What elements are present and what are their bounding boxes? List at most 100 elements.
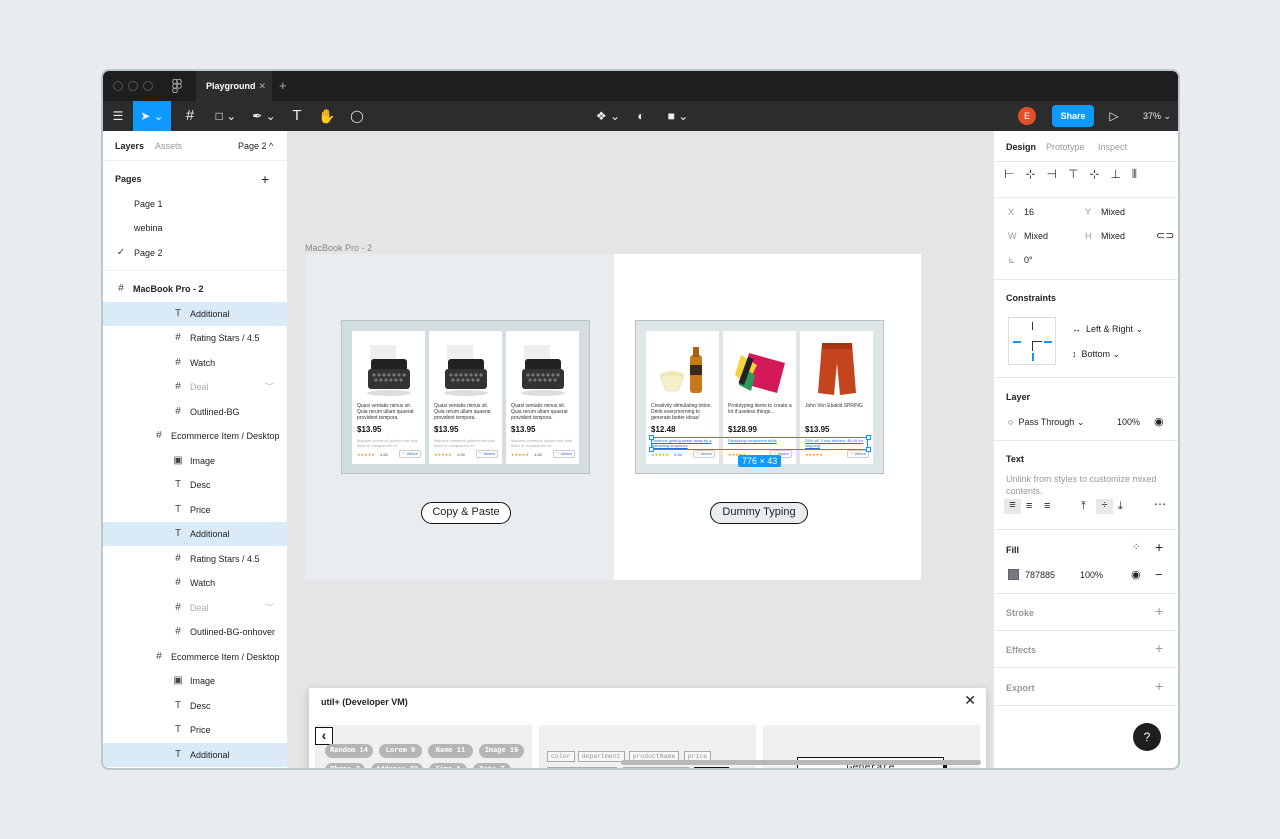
- comment-tool-icon[interactable]: ◯: [345, 101, 369, 131]
- align-right-icon[interactable]: ≡: [1044, 500, 1050, 512]
- keyword-tag[interactable]: color: [547, 751, 575, 762]
- align-top-icon[interactable]: ⤒: [1081, 500, 1086, 513]
- macbook-frame[interactable]: Quasi ventatis minus sit. Quia rerum ull…: [305, 254, 921, 580]
- align-middle-icon[interactable]: ÷: [1096, 499, 1113, 514]
- canvas[interactable]: MacBook Pro - 2 Quasi ventatis minus sit…: [288, 131, 993, 768]
- layer-item[interactable]: # Watch: [103, 351, 287, 375]
- layer-item[interactable]: T Price: [103, 498, 287, 522]
- eye-icon[interactable]: ◉: [1154, 415, 1164, 428]
- layer-item[interactable]: T Price: [103, 718, 287, 742]
- product-card[interactable]: Quasi ventatis minus sit. Quia rerum ull…: [429, 331, 502, 464]
- new-tab-icon[interactable]: +: [279, 71, 287, 101]
- category-chip[interactable]: Name 11: [428, 744, 473, 758]
- boolean-icon[interactable]: ■ ⌄: [663, 101, 693, 131]
- add-fill-icon[interactable]: +: [1155, 539, 1163, 555]
- layer-item[interactable]: # Watch: [103, 571, 287, 595]
- copy-paste-label[interactable]: Copy & Paste: [421, 502, 511, 524]
- layer-item[interactable]: T Additional: [103, 301, 287, 326]
- constraint-vertical-dropdown[interactable]: ↕ Bottom ⌄: [1072, 349, 1120, 360]
- category-chip[interactable]: Image 16: [479, 744, 524, 758]
- resize-handle[interactable]: [649, 435, 654, 440]
- layer-item[interactable]: T Additional: [103, 522, 287, 546]
- keyword-tag[interactable]: department: [577, 751, 625, 762]
- layer-item[interactable]: # Rating Stars / 4.5: [103, 326, 287, 350]
- fill-hex-input[interactable]: 787885: [1025, 570, 1055, 580]
- watch-button[interactable]: ♡ Watch: [476, 450, 498, 458]
- add-stroke-icon[interactable]: +: [1155, 603, 1163, 619]
- resize-handle[interactable]: [649, 447, 654, 452]
- category-chip[interactable]: Phone 3: [325, 762, 365, 768]
- hidden-eye-icon[interactable]: ︶: [265, 375, 274, 399]
- add-page-icon[interactable]: +: [261, 167, 269, 191]
- close-tab-icon[interactable]: ✕: [258, 71, 266, 101]
- product-card[interactable]: Quasi ventatis minus sit. Quia rerum ull…: [352, 331, 425, 464]
- left-card-board[interactable]: Quasi ventatis minus sit. Quia rerum ull…: [341, 320, 590, 474]
- category-chip[interactable]: Time 1: [429, 762, 467, 768]
- layer-item[interactable]: ▣ Image: [103, 669, 287, 693]
- keyword-tag[interactable]: productAdjective: [547, 767, 618, 768]
- horizontal-scrollbar[interactable]: [621, 760, 981, 765]
- help-button[interactable]: ?: [1133, 723, 1161, 751]
- layer-item[interactable]: ▣ Image: [103, 449, 287, 473]
- align-center-icon[interactable]: ≡: [1026, 500, 1032, 512]
- align-bottom-icon[interactable]: ⤓: [1118, 500, 1123, 513]
- resize-handle[interactable]: [866, 447, 871, 452]
- product-card[interactable]: Quasi ventatis minus sit. Quia rerum ull…: [506, 331, 579, 464]
- present-icon[interactable]: ▷: [1103, 101, 1125, 131]
- layer-item[interactable]: # Ecommerce Item / Desktop: [103, 645, 287, 669]
- frame-tool-icon[interactable]: #: [175, 101, 205, 131]
- category-chip[interactable]: Address 22: [371, 762, 423, 768]
- close-icon[interactable]: ✕: [964, 692, 976, 709]
- page-item-3[interactable]: ✓ Page 2: [103, 241, 287, 265]
- fill-swatch[interactable]: [1008, 569, 1019, 580]
- add-export-icon[interactable]: +: [1155, 678, 1163, 694]
- tab-playground[interactable]: Playground ✕: [196, 71, 272, 101]
- fill-opacity-input[interactable]: 100%: [1080, 570, 1103, 580]
- pen-tool-icon[interactable]: ✒ ⌄: [249, 101, 279, 131]
- watch-button[interactable]: ♡ Watch: [553, 450, 575, 458]
- remove-fill-icon[interactable]: −: [1155, 567, 1163, 582]
- frame-label[interactable]: MacBook Pro - 2: [305, 243, 372, 253]
- category-chip[interactable]: Random 14: [325, 744, 373, 758]
- constrain-proportions-icon[interactable]: ⊂⊃: [1156, 229, 1174, 242]
- maximize-window-dot[interactable]: [143, 81, 153, 91]
- component-icon[interactable]: ❖ ⌄: [593, 101, 623, 131]
- zoom-dropdown[interactable]: 37% ⌄: [1139, 101, 1175, 131]
- figma-logo-icon[interactable]: [172, 79, 182, 93]
- layer-item[interactable]: # MacBook Pro - 2: [103, 277, 287, 301]
- page-selector[interactable]: Page 2 ^: [238, 141, 273, 151]
- tab-inspect[interactable]: Inspect: [1098, 142, 1127, 152]
- tab-assets[interactable]: Assets: [155, 141, 182, 151]
- dummy-typing-label[interactable]: Dummy Typing: [710, 502, 808, 524]
- layer-item[interactable]: # Outlined-BG: [103, 400, 287, 424]
- constraint-horizontal-dropdown[interactable]: ↔ Left & Right ⌄: [1072, 324, 1143, 335]
- eye-icon[interactable]: ◉: [1131, 568, 1141, 581]
- layer-item[interactable]: # Ecommerce Item / Desktop: [103, 424, 287, 448]
- close-window-dot[interactable]: [113, 81, 123, 91]
- layer-item[interactable]: # Rating Stars / 4.5: [103, 547, 287, 571]
- constraints-widget[interactable]: [1008, 317, 1056, 365]
- hand-tool-icon[interactable]: ✋: [315, 101, 339, 131]
- avatar[interactable]: E: [1018, 107, 1036, 125]
- keyword-tag[interactable]: product: [694, 767, 730, 768]
- alignment-icons[interactable]: ⊢⊹⊣⊤⊹⊥⫴: [1004, 167, 1174, 182]
- layer-item[interactable]: T Additional: [103, 742, 287, 767]
- resize-handle[interactable]: [866, 435, 871, 440]
- shape-tool-icon[interactable]: □ ⌄: [211, 101, 241, 131]
- layer-item[interactable]: # Outlined-BG-onhover: [103, 620, 287, 644]
- keyword-tag[interactable]: productMaterial: [622, 767, 690, 768]
- page-item-2[interactable]: webina: [103, 216, 287, 240]
- tab-prototype[interactable]: Prototype: [1046, 142, 1085, 152]
- layer-item[interactable]: # Deal ︶: [103, 596, 287, 620]
- tab-design[interactable]: Design: [1006, 142, 1036, 152]
- category-chip[interactable]: Lorem 9: [379, 744, 422, 758]
- w-input[interactable]: Mixed: [1024, 231, 1048, 241]
- watch-button[interactable]: ♡ Watch: [399, 450, 421, 458]
- blend-mode-dropdown[interactable]: ○ Pass Through ⌄: [1008, 417, 1084, 428]
- tab-layers[interactable]: Layers: [115, 141, 144, 151]
- move-tool-icon[interactable]: ➤ ⌄: [133, 101, 171, 131]
- mask-icon[interactable]: ◐: [629, 101, 653, 131]
- rotation-input[interactable]: 0°: [1024, 255, 1033, 265]
- style-grid-icon[interactable]: ⁘: [1132, 542, 1140, 553]
- hidden-eye-icon[interactable]: ︶: [265, 596, 274, 620]
